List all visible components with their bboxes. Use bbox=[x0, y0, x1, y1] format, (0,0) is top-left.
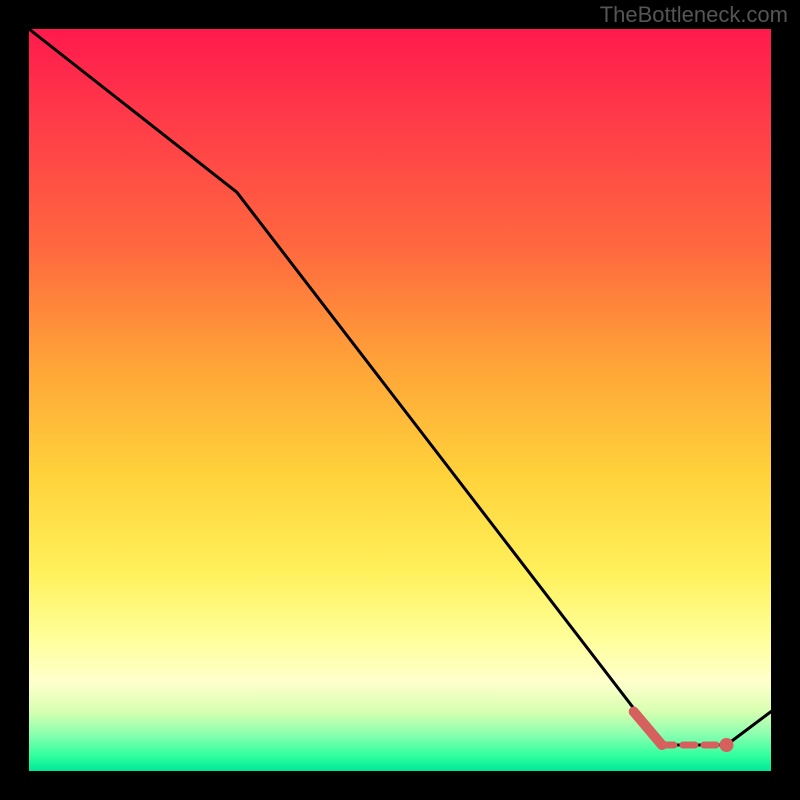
chart-frame: TheBottleneck.com bbox=[0, 0, 800, 800]
highlight-dot bbox=[720, 738, 734, 752]
highlight-solid-segment bbox=[634, 712, 662, 745]
bottleneck-curve bbox=[29, 29, 771, 745]
chart-overlay bbox=[29, 29, 771, 771]
watermark-text: TheBottleneck.com bbox=[600, 2, 788, 28]
